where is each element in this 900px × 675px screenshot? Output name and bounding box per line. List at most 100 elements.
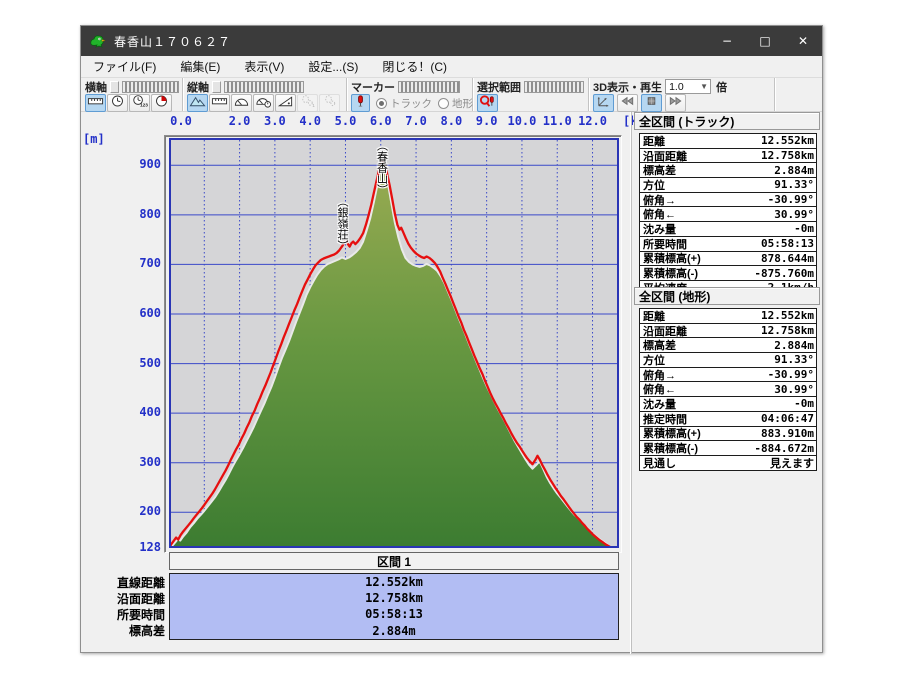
- table-row: 所要時間 05:58:13: [640, 235, 816, 251]
- menu-item-1[interactable]: 編集(E): [168, 58, 232, 75]
- step-back-icon: [619, 94, 636, 113]
- peak-annotation: （春香山）: [375, 140, 388, 196]
- y-tick-label: 800: [139, 206, 161, 221]
- stat-label: 沈み量: [643, 223, 676, 236]
- toolbar-group-haxis: 横軸 123: [81, 78, 183, 112]
- slope-button[interactable]: [275, 94, 296, 112]
- table-row: 方位 91.33°: [640, 352, 816, 367]
- track-stats-header: 全区間 (トラック): [634, 112, 820, 130]
- clock-123-button[interactable]: 123: [129, 94, 150, 112]
- vaxis-slider-handle[interactable]: [212, 80, 221, 93]
- ruler-icon: [87, 94, 104, 113]
- stop-button[interactable]: [641, 94, 662, 112]
- section-values-panel: 12.552km 12.758km 05:58:13 2.884m: [169, 573, 619, 640]
- svg-text:1: 1: [312, 103, 315, 108]
- chevron-down-icon: ▼: [700, 82, 709, 91]
- stat-value: 05:58:13: [761, 237, 814, 251]
- x-tick-label: 2.0: [228, 114, 251, 128]
- ruler-button[interactable]: [85, 94, 106, 112]
- table-row: 累積標高(+) 878.644m: [640, 250, 816, 265]
- minimize-button[interactable]: −: [708, 26, 746, 56]
- table-row: 俯角← 30.99°: [640, 381, 816, 396]
- clock-pie-button[interactable]: [151, 94, 172, 112]
- close-button[interactable]: ✕: [784, 26, 822, 56]
- stat-value: 2.884m: [774, 163, 814, 177]
- playback-speed-select[interactable]: 1.0 ▼: [665, 79, 712, 94]
- radio-terrain[interactable]: 地形: [438, 96, 473, 111]
- elevation-plot[interactable]: （春香山） （銀嶺荘）: [169, 138, 619, 548]
- stat-value: 見えます: [770, 456, 814, 470]
- table-row: 俯角→ -30.99°: [640, 366, 816, 382]
- haxis-slider[interactable]: [121, 80, 179, 93]
- ruler-button[interactable]: [209, 94, 230, 112]
- table-row: 見通し 見えます: [640, 454, 816, 470]
- stat-value: 12.758km: [761, 149, 814, 163]
- stat-label: 距離: [643, 310, 665, 323]
- x-tick-label: 8.0: [440, 114, 463, 128]
- menu-item-4[interactable]: 閉じる！(C): [370, 58, 459, 75]
- section-value: 12.758km: [365, 591, 423, 606]
- selection-pin-button[interactable]: [477, 94, 498, 112]
- walk-3d-icon: [595, 94, 612, 113]
- track-stats-table: 距離 12.552km 沿面距離 12.758km 標高差 2.884m 方位 91.33° 俯…: [639, 133, 817, 296]
- selection-label: 選択範囲: [477, 81, 521, 94]
- x-tick-label: 12.0: [578, 114, 607, 128]
- vaxis-label: 縦軸: [187, 81, 209, 94]
- clock-123-icon: 123: [131, 94, 148, 113]
- menu-item-2[interactable]: 表示(V): [232, 58, 296, 75]
- stat-value: 91.33°: [774, 178, 814, 192]
- x-tick-label: 11.0: [542, 114, 572, 128]
- menu-bar: ファイル(F) 編集(E) 表示(V) 設定...(S) 閉じる！(C): [81, 56, 822, 78]
- stat-label: 俯角→: [643, 194, 676, 207]
- stat-label: 所要時間: [643, 238, 687, 251]
- table-row: 方位 91.33°: [640, 177, 816, 192]
- selection-pin-icon: [479, 94, 496, 113]
- section-label: 標高差: [128, 624, 165, 639]
- stat-value: -0m: [794, 397, 814, 411]
- y-tick-label: 200: [139, 504, 161, 519]
- table-row: 沈み量 -0m: [640, 396, 816, 411]
- menu-item-0[interactable]: ファイル(F): [81, 58, 168, 75]
- maximize-button[interactable]: □: [746, 26, 784, 56]
- stat-value: -884.672m: [754, 441, 814, 455]
- section-value: 05:58:13: [365, 607, 423, 622]
- step-forward-button[interactable]: [665, 94, 686, 112]
- gauge-icon: [233, 94, 250, 113]
- mountain-button[interactable]: [187, 94, 208, 112]
- gauge-clock-button[interactable]: [253, 94, 274, 112]
- selection-slider[interactable]: [524, 80, 584, 93]
- table-row: 累積標高(+) 883.910m: [640, 425, 816, 440]
- toolbar-group-selection: 選択範囲: [473, 78, 589, 112]
- haxis-slider-handle[interactable]: [110, 80, 119, 93]
- menu-item-3[interactable]: 設定...(S): [296, 58, 370, 75]
- table-row: 累積標高(-) -875.760m: [640, 265, 816, 280]
- vaxis-slider[interactable]: [224, 80, 304, 93]
- content-area: [m] [km] （春香山）（銀嶺荘） 区間 1 12.552km12.758k…: [81, 112, 822, 654]
- stat-label: 沿面距離: [643, 325, 687, 338]
- step-back-button[interactable]: [617, 94, 638, 112]
- marker-pin-button[interactable]: [351, 94, 370, 112]
- y-tick-label: 900: [139, 157, 161, 172]
- stat-label: 累積標高(-): [643, 268, 698, 281]
- radio-track[interactable]: トラック: [376, 96, 432, 111]
- section-label: 直線距離: [116, 575, 165, 590]
- footprint-2-icon: [321, 94, 338, 113]
- footprint-2-button[interactable]: [319, 94, 340, 112]
- x-tick-label: 6.0: [369, 114, 392, 128]
- playback-unit-label: 倍: [716, 81, 728, 94]
- gauge-clock-icon: [255, 94, 272, 113]
- playback-speed-value: 1.0: [669, 80, 684, 93]
- footprint-1-button[interactable]: 1: [297, 94, 318, 112]
- marker-slider[interactable]: [398, 80, 460, 93]
- toolbar-group-marker: マーカー トラック 地形: [347, 78, 473, 112]
- section-header: 区間 1: [169, 552, 619, 570]
- walk-3d-button[interactable]: [593, 94, 614, 112]
- stat-label: 俯角←: [643, 209, 676, 222]
- section-labels: 直線距離 沿面距離 所要時間 標高差: [83, 574, 165, 639]
- clock-button[interactable]: [107, 94, 128, 112]
- stat-label: 沿面距離: [643, 150, 687, 163]
- stat-value: 12.758km: [761, 324, 814, 338]
- gauge-button[interactable]: [231, 94, 252, 112]
- stat-value: 883.910m: [761, 426, 814, 440]
- section-value: 2.884m: [372, 623, 416, 638]
